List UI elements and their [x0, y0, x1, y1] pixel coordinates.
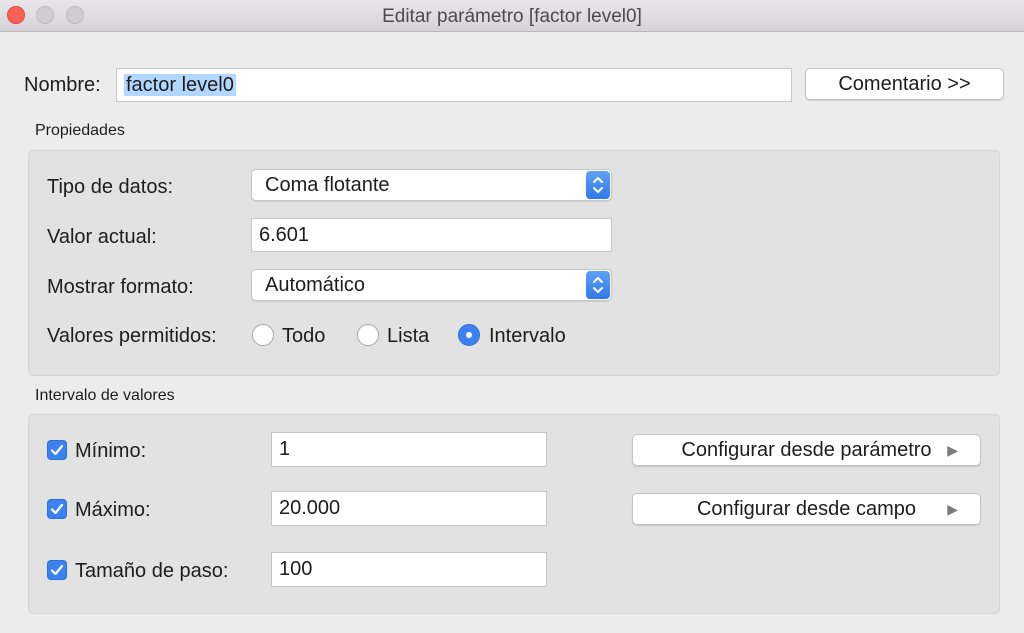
checkmark-icon	[50, 503, 64, 515]
data-type-select-value: Coma flotante	[265, 174, 390, 196]
range-section-title: Intervalo de valores	[35, 387, 175, 404]
play-right-icon: ▶	[947, 501, 958, 517]
min-input[interactable]: 1	[271, 432, 547, 467]
display-format-select[interactable]: Automático	[251, 269, 612, 301]
max-label: Máximo:	[75, 499, 151, 521]
step-checkbox[interactable]	[47, 560, 67, 580]
play-right-icon: ▶	[947, 442, 958, 458]
current-value-input[interactable]: 6.601	[251, 218, 612, 252]
min-label: Mínimo:	[75, 440, 147, 462]
max-input[interactable]: 20.000	[271, 491, 547, 526]
current-value-label: Valor actual:	[47, 226, 157, 248]
radio-list[interactable]	[357, 324, 379, 346]
min-checkbox[interactable]	[47, 440, 67, 460]
data-type-label: Tipo de datos:	[47, 176, 174, 198]
radio-list-label[interactable]: Lista	[387, 325, 429, 348]
step-label: Tamaño de paso:	[75, 560, 229, 582]
radio-all[interactable]	[252, 324, 274, 346]
radio-range-label[interactable]: Intervalo	[489, 325, 566, 348]
set-from-parameter-button[interactable]: Configurar desde parámetro ▶	[632, 434, 981, 466]
allowed-values-label: Valores permitidos:	[47, 325, 217, 347]
set-from-field-label: Configurar desde campo	[696, 498, 916, 520]
name-input[interactable]: factor level0	[116, 68, 792, 102]
name-input-value: factor level0	[124, 74, 236, 96]
radio-all-label[interactable]: Todo	[282, 325, 325, 348]
radio-range[interactable]	[458, 324, 480, 346]
title-bar: Editar parámetro [factor level0]	[0, 0, 1024, 32]
select-stepper-icon	[586, 271, 610, 299]
checkmark-icon	[50, 564, 64, 576]
data-type-select[interactable]: Coma flotante	[251, 169, 612, 201]
max-checkbox[interactable]	[47, 499, 67, 519]
name-label: Nombre:	[24, 74, 101, 96]
display-format-select-value: Automático	[265, 274, 366, 296]
step-input[interactable]: 100	[271, 552, 547, 587]
display-format-label: Mostrar formato:	[47, 276, 194, 298]
set-from-field-button[interactable]: Configurar desde campo ▶	[632, 493, 981, 525]
select-stepper-icon	[586, 171, 610, 199]
checkmark-icon	[50, 444, 64, 456]
comment-button[interactable]: Comentario >>	[805, 68, 1004, 100]
set-from-parameter-label: Configurar desde parámetro	[681, 439, 932, 461]
properties-section-title: Propiedades	[35, 122, 125, 139]
window-title: Editar parámetro [factor level0]	[382, 6, 642, 27]
